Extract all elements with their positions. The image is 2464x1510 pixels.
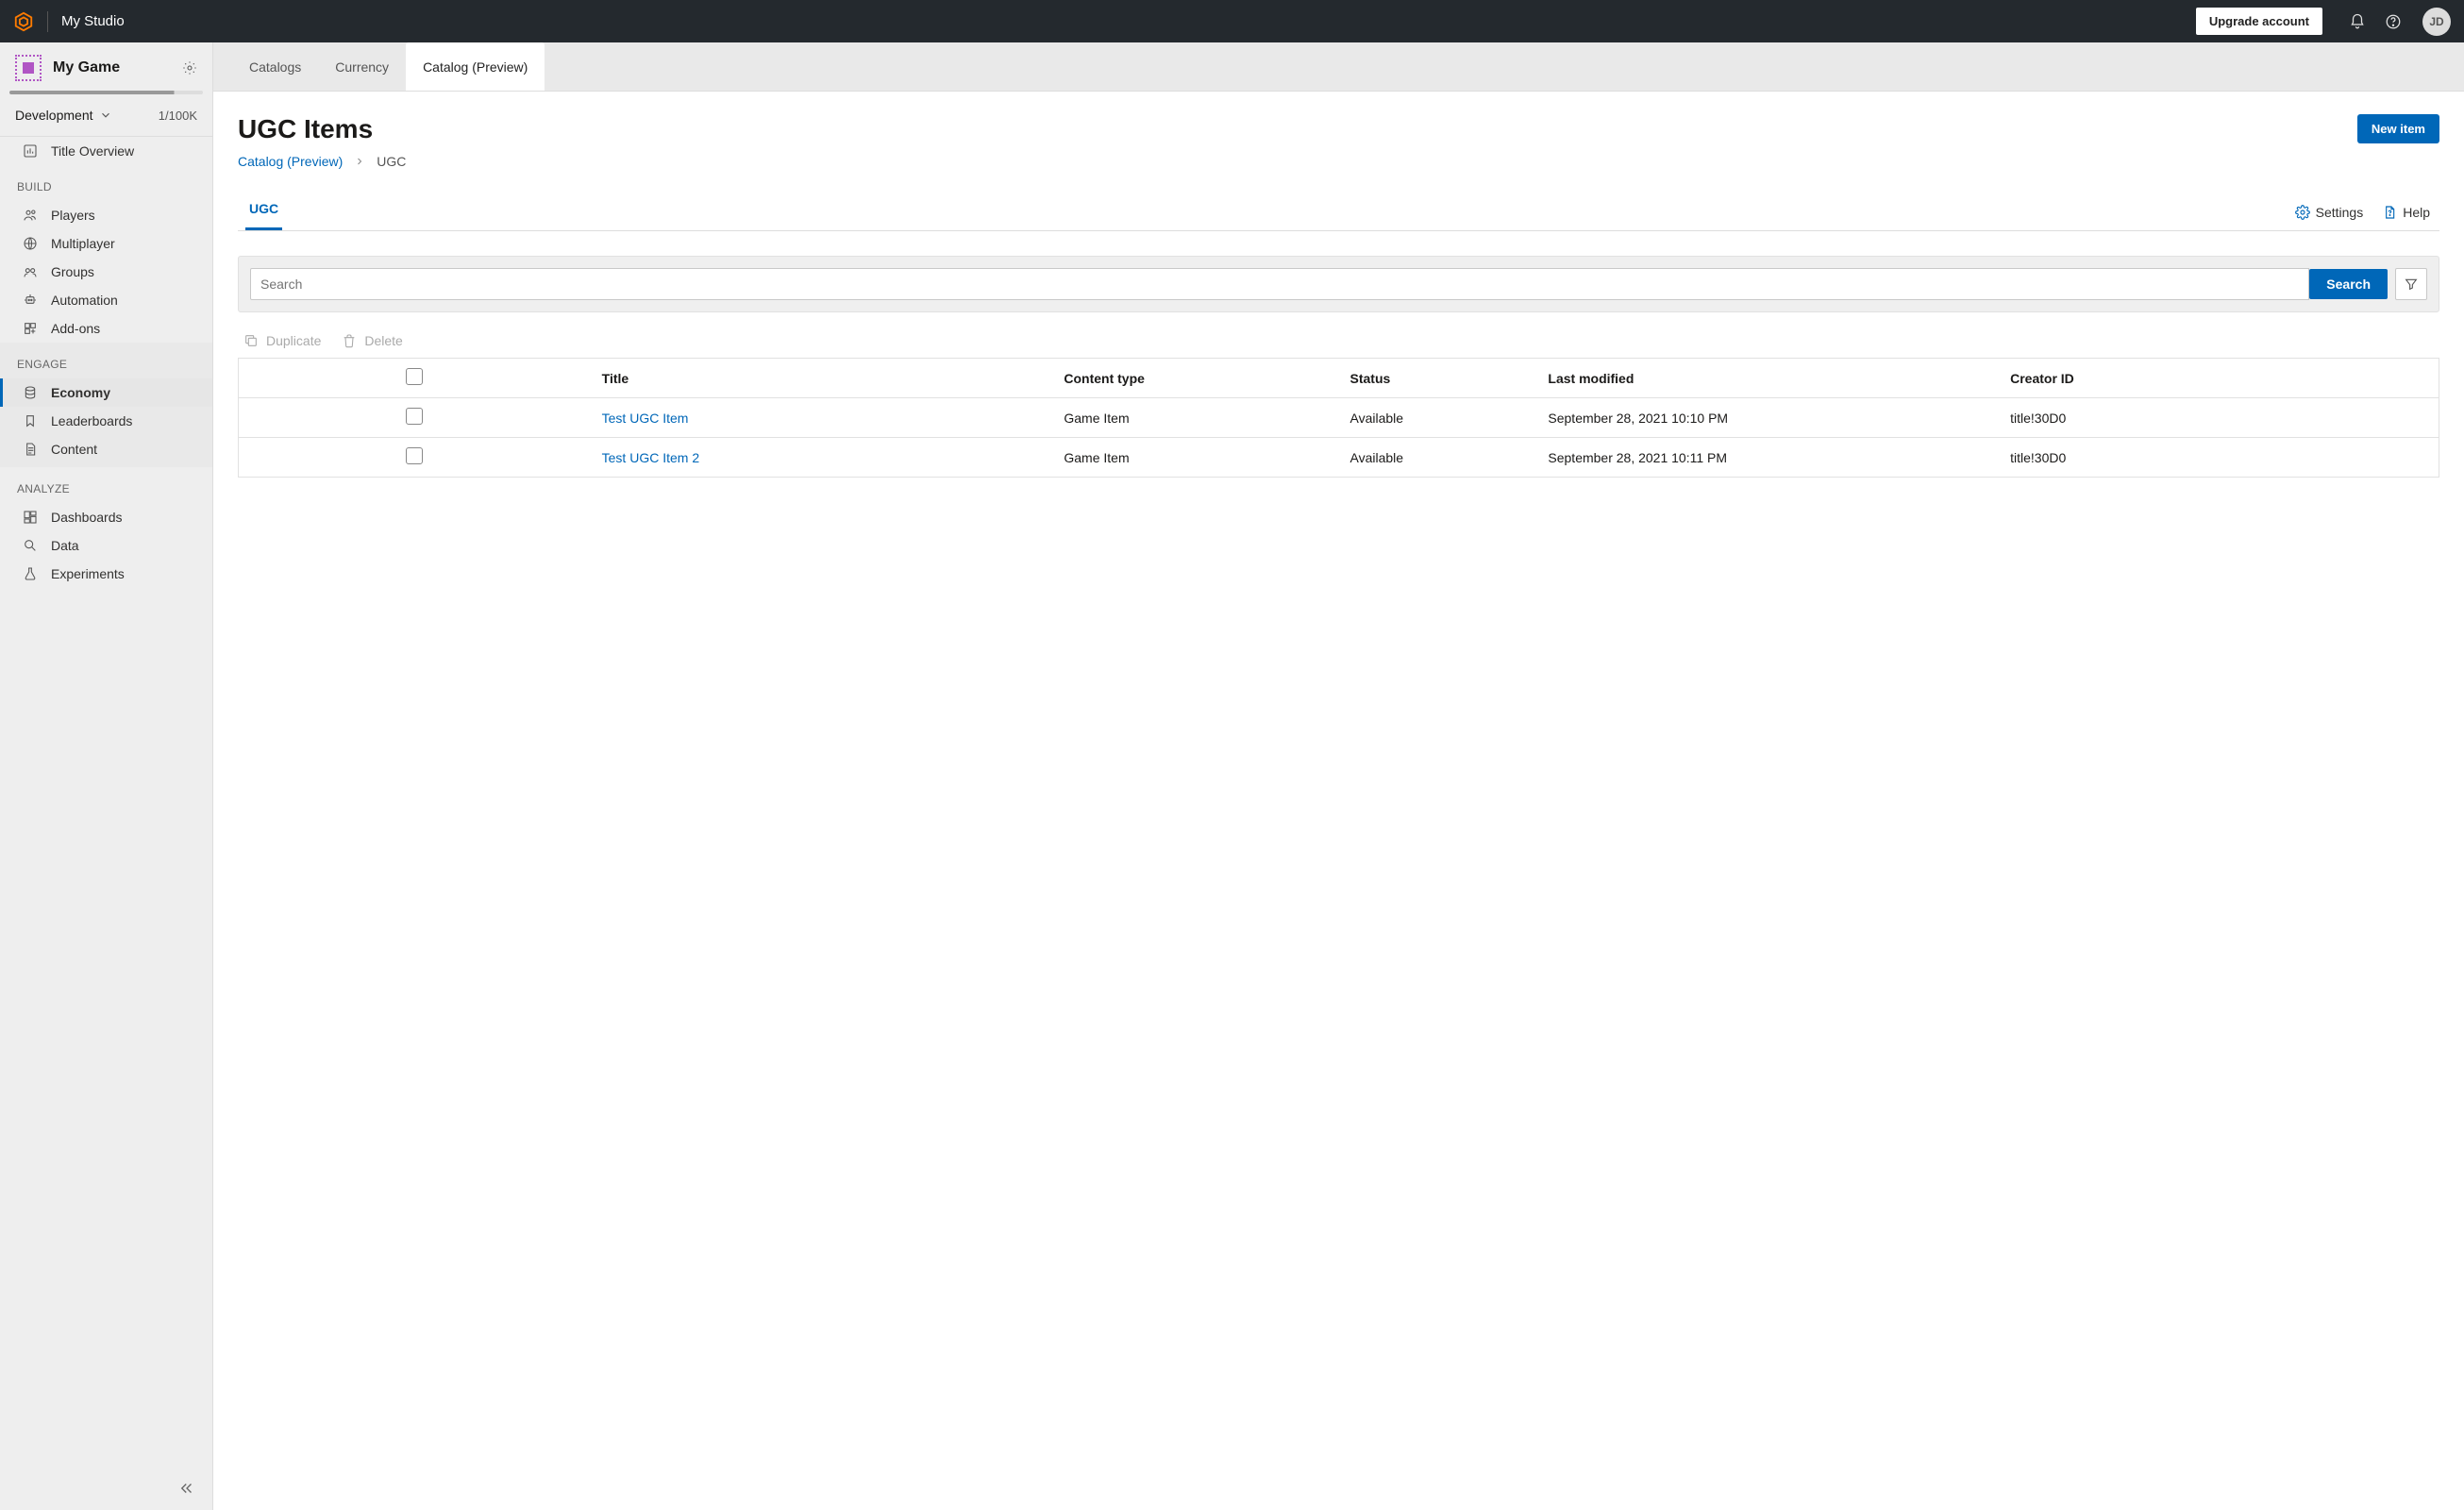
help-button[interactable]: Help bbox=[2372, 197, 2439, 227]
duplicate-button[interactable]: Duplicate bbox=[243, 333, 321, 348]
environment-label[interactable]: Development bbox=[15, 108, 93, 123]
bookmark-icon bbox=[23, 413, 38, 428]
cell-last-modified: September 28, 2021 10:11 PM bbox=[1536, 438, 1999, 478]
breadcrumb-root[interactable]: Catalog (Preview) bbox=[238, 154, 343, 169]
ugc-items-table: Title Content type Status Last modified … bbox=[238, 358, 2439, 478]
automation-icon bbox=[23, 293, 38, 308]
file-help-icon bbox=[2382, 205, 2397, 220]
sidebar-item-content[interactable]: Content bbox=[0, 435, 212, 463]
sidebar-item-players[interactable]: Players bbox=[0, 201, 212, 229]
help-icon[interactable] bbox=[2385, 13, 2402, 30]
sidebar-item-label: Add-ons bbox=[51, 321, 100, 336]
tab-currency[interactable]: Currency bbox=[318, 42, 406, 91]
cell-creator-id: title!30D0 bbox=[1999, 398, 2439, 438]
flask-icon bbox=[23, 566, 38, 581]
sidebar-item-label: Players bbox=[51, 208, 95, 223]
tab-catalogs[interactable]: Catalogs bbox=[232, 42, 318, 91]
topbar-divider bbox=[47, 11, 48, 32]
filter-button[interactable] bbox=[2395, 268, 2427, 300]
cell-content-type: Game Item bbox=[1052, 398, 1338, 438]
sidebar-item-label: Automation bbox=[51, 293, 118, 308]
sidebar-item-automation[interactable]: Automation bbox=[0, 286, 212, 314]
table-row[interactable]: Test UGC Item 2 Game Item Available Sept… bbox=[239, 438, 2439, 478]
duplicate-icon bbox=[243, 333, 259, 348]
upgrade-account-button[interactable]: Upgrade account bbox=[2196, 8, 2322, 35]
sidebar-item-label: Leaderboards bbox=[51, 413, 132, 428]
game-icon bbox=[15, 55, 42, 81]
search-icon bbox=[23, 538, 38, 553]
studio-name[interactable]: My Studio bbox=[61, 13, 125, 29]
sidebar-section-engage: ENGAGE bbox=[0, 343, 212, 378]
gear-icon[interactable] bbox=[182, 60, 197, 76]
cell-creator-id: title!30D0 bbox=[1999, 438, 2439, 478]
dashboard-icon bbox=[23, 510, 38, 525]
chevron-down-icon[interactable] bbox=[99, 109, 112, 122]
breadcrumb-current: UGC bbox=[377, 154, 406, 169]
page-title: UGC Items bbox=[238, 114, 373, 144]
sidebar-item-groups[interactable]: Groups bbox=[0, 258, 212, 286]
user-avatar[interactable]: JD bbox=[2422, 8, 2451, 36]
search-button[interactable]: Search bbox=[2309, 269, 2388, 299]
sidebar-item-economy[interactable]: Economy bbox=[0, 378, 212, 407]
cell-status: Available bbox=[1339, 398, 1537, 438]
sidebar-item-label: Multiplayer bbox=[51, 236, 115, 251]
sidebar-item-addons[interactable]: Add-ons bbox=[0, 314, 212, 343]
column-header-status[interactable]: Status bbox=[1339, 359, 1537, 398]
item-title-link[interactable]: Test UGC Item bbox=[602, 411, 689, 426]
new-item-button[interactable]: New item bbox=[2357, 114, 2439, 143]
groups-icon bbox=[23, 264, 38, 279]
trash-icon bbox=[342, 333, 357, 348]
sidebar-item-experiments[interactable]: Experiments bbox=[0, 560, 212, 588]
chevron-right-icon bbox=[354, 156, 365, 167]
game-name[interactable]: My Game bbox=[53, 59, 182, 76]
sidebar-item-label: Experiments bbox=[51, 566, 125, 581]
economy-icon bbox=[23, 385, 38, 400]
globe-icon bbox=[23, 236, 38, 251]
breadcrumb: Catalog (Preview) UGC bbox=[238, 154, 2439, 169]
column-header-content-type[interactable]: Content type bbox=[1052, 359, 1338, 398]
delete-button[interactable]: Delete bbox=[342, 333, 402, 348]
gear-icon bbox=[2295, 205, 2310, 220]
addons-icon bbox=[23, 321, 38, 336]
search-input[interactable] bbox=[250, 268, 2309, 300]
sidebar-item-label: Dashboards bbox=[51, 510, 123, 525]
sidebar-item-leaderboards[interactable]: Leaderboards bbox=[0, 407, 212, 435]
column-header-last-modified[interactable]: Last modified bbox=[1536, 359, 1999, 398]
sidebar-item-dashboards[interactable]: Dashboards bbox=[0, 503, 212, 531]
item-title-link[interactable]: Test UGC Item 2 bbox=[602, 450, 699, 465]
players-icon bbox=[23, 208, 38, 223]
bar-chart-icon bbox=[23, 143, 38, 159]
select-all-checkbox[interactable] bbox=[406, 368, 423, 385]
sidebar-item-label: Title Overview bbox=[51, 143, 134, 159]
player-count: 1/100K bbox=[159, 109, 197, 123]
settings-button[interactable]: Settings bbox=[2286, 197, 2373, 227]
row-checkbox[interactable] bbox=[406, 408, 423, 425]
cell-content-type: Game Item bbox=[1052, 438, 1338, 478]
sidebar-item-label: Content bbox=[51, 442, 97, 457]
collapse-sidebar-icon[interactable] bbox=[178, 1480, 197, 1499]
sidebar-section-build: BUILD bbox=[0, 165, 212, 201]
cell-last-modified: September 28, 2021 10:10 PM bbox=[1536, 398, 1999, 438]
notifications-icon[interactable] bbox=[2349, 13, 2366, 30]
subtab-ugc[interactable]: UGC bbox=[245, 193, 282, 230]
sidebar-item-label: Economy bbox=[51, 385, 110, 400]
sidebar-item-label: Data bbox=[51, 538, 79, 553]
cell-status: Available bbox=[1339, 438, 1537, 478]
tab-catalog-preview[interactable]: Catalog (Preview) bbox=[406, 42, 545, 91]
sidebar-section-analyze: ANALYZE bbox=[0, 467, 212, 503]
brand-logo-icon[interactable] bbox=[13, 11, 34, 32]
sidebar-item-title-overview[interactable]: Title Overview bbox=[0, 137, 212, 165]
sidebar-item-data[interactable]: Data bbox=[0, 531, 212, 560]
column-header-title[interactable]: Title bbox=[591, 359, 1053, 398]
table-row[interactable]: Test UGC Item Game Item Available Septem… bbox=[239, 398, 2439, 438]
sidebar-item-multiplayer[interactable]: Multiplayer bbox=[0, 229, 212, 258]
sidebar-item-label: Groups bbox=[51, 264, 94, 279]
document-icon bbox=[23, 442, 38, 457]
row-checkbox[interactable] bbox=[406, 447, 423, 464]
column-header-creator-id[interactable]: Creator ID bbox=[1999, 359, 2439, 398]
